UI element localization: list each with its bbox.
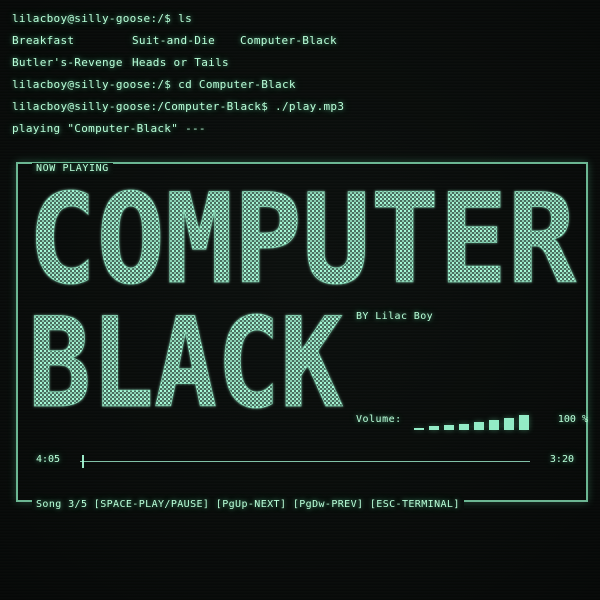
player-title: NOW PLAYING <box>32 163 113 174</box>
ls-item-suit-and-die: Suit-and-Die <box>132 34 216 47</box>
artist-label: BY Lilac Boy <box>356 311 434 322</box>
terminal-output: lilacboy@silly-goose:/$ ls Breakfast Sui… <box>12 8 588 140</box>
album-title-line-2: BLACK <box>28 292 343 436</box>
playback-timeline[interactable]: 4:05 3:20 <box>36 452 574 472</box>
progress-thumb[interactable] <box>82 455 84 468</box>
controls-hint: Song 3/5 [SPACE-PLAY/PAUSE] [PgUp-NEXT] … <box>32 499 464 510</box>
volume-percent: 100 % <box>557 414 588 425</box>
terminal-line-cmd-cd: lilacboy@silly-goose:/$ cd Computer-Blac… <box>12 78 296 91</box>
volume-bar[interactable] <box>489 420 499 430</box>
terminal-line-playing: playing "Computer-Black" --- <box>12 122 206 135</box>
volume-label: Volume: <box>356 414 402 425</box>
player-window: NOW PLAYING COMPUTER BLACK BY Lilac Boy … <box>12 156 588 510</box>
progress-track[interactable] <box>80 461 530 462</box>
volume-bar[interactable] <box>444 425 454 430</box>
ls-item-computer-black: Computer-Black <box>240 34 337 47</box>
terminal-line-ls-output-1: Breakfast Suit-and-Die Computer-Black <box>12 30 588 52</box>
volume-bar[interactable] <box>504 418 514 430</box>
ls-item-butlers-revenge: Butler's-Revenge <box>12 56 123 69</box>
player-frame: NOW PLAYING COMPUTER BLACK BY Lilac Boy … <box>16 162 588 510</box>
album-art: COMPUTER BLACK <box>28 174 577 437</box>
ls-item-heads-or-tails: Heads or Tails <box>132 56 229 69</box>
ls-item-empty <box>240 52 360 74</box>
volume-bar[interactable] <box>519 415 529 430</box>
volume-bars[interactable] <box>414 410 534 432</box>
terminal-line-ls-output-2: Butler's-Revenge Heads or Tails <box>12 52 588 74</box>
terminal-line-cmd-ls: lilacboy@silly-goose:/$ ls <box>12 12 192 25</box>
crt-screen: lilacboy@silly-goose:/$ ls Breakfast Sui… <box>0 0 600 600</box>
volume-bar[interactable] <box>474 422 484 430</box>
elapsed-time: 4:05 <box>36 454 61 465</box>
volume-bar[interactable] <box>429 426 439 430</box>
total-time: 3:20 <box>549 454 574 465</box>
ls-item-breakfast: Breakfast <box>12 34 75 47</box>
volume-bar[interactable] <box>459 424 469 430</box>
volume-control[interactable]: Volume: 100 % <box>356 410 588 432</box>
volume-bar[interactable] <box>414 428 424 430</box>
terminal-line-cmd-play: lilacboy@silly-goose:/Computer-Black$ ./… <box>12 100 345 113</box>
